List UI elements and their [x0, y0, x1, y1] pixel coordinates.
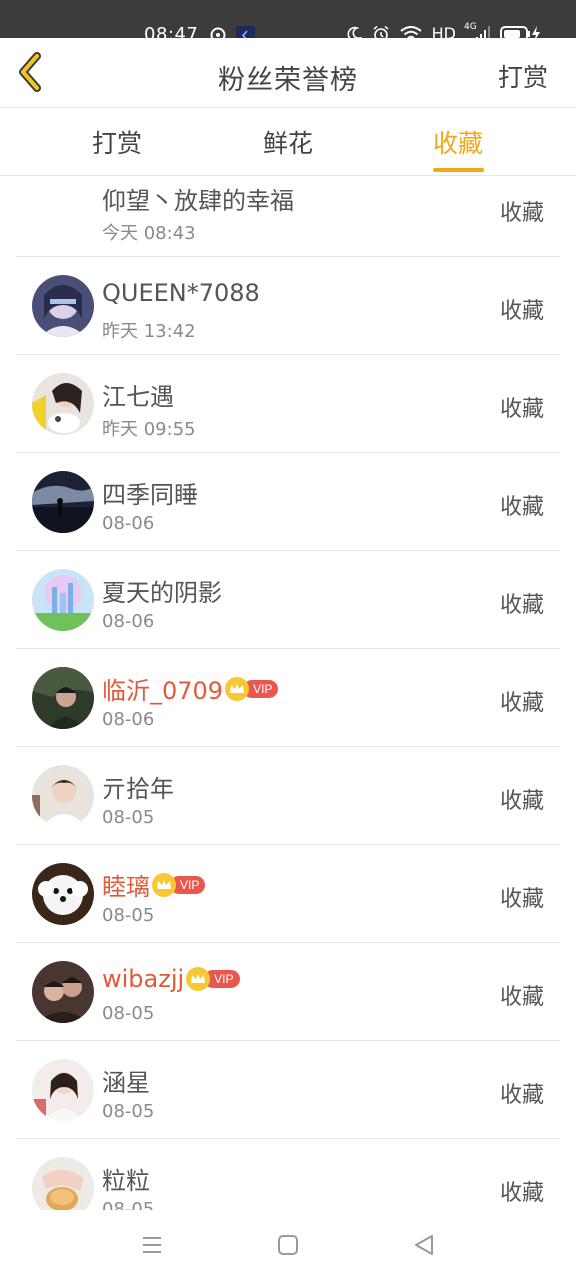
crown-icon — [186, 967, 211, 991]
fan-date: 08-06 — [102, 513, 155, 534]
tab-bar: 打赏 鲜花 收藏 — [0, 108, 576, 176]
vip-badge: VIP — [152, 872, 206, 897]
fan-name: 涵星 — [102, 1069, 150, 1097]
avatar[interactable] — [32, 373, 94, 435]
fan-action: 收藏 — [499, 1083, 544, 1108]
fan-action: 收藏 — [499, 397, 544, 422]
fan-name: 粒粒 — [102, 1167, 150, 1195]
fan-date: 08-05 — [102, 807, 155, 828]
fan-action: 收藏 — [499, 887, 544, 912]
list-item[interactable]: QUEEN*7088 昨天 13:42 收藏 — [16, 257, 560, 355]
crown-icon — [225, 676, 250, 701]
fan-name: wibazjj VIP — [102, 965, 240, 993]
fan-name: 江七遇 — [102, 383, 174, 411]
fan-name: 四季同睡 — [102, 481, 198, 509]
avatar[interactable] — [32, 863, 94, 925]
tab-favorites[interactable]: 收藏 — [433, 124, 483, 160]
list-item[interactable]: 江七遇 昨天 09:55 收藏 — [16, 355, 560, 453]
page-title: 粉丝荣誉榜 — [218, 65, 358, 96]
list-item[interactable]: wibazjj VIP 08-05 收藏 — [16, 943, 560, 1041]
fan-action: 收藏 — [499, 299, 544, 324]
fan-date: 08-06 — [102, 611, 155, 632]
fan-date: 08-06 — [102, 709, 155, 730]
fan-action: 收藏 — [499, 1181, 544, 1206]
back-triangle-icon[interactable] — [411, 1232, 437, 1258]
fan-list[interactable]: 仰望丶放肆的幸福 今天 08:43 收藏 QUEEN*7088 昨天 13:42… — [0, 176, 576, 1210]
list-item[interactable]: 四季同睡 08-06 收藏 — [16, 453, 560, 551]
list-item[interactable]: 夏天的阴影 08-06 收藏 — [16, 551, 560, 649]
tab-reward[interactable]: 打赏 — [92, 124, 142, 160]
fan-name: 临沂_0709 VIP — [102, 671, 279, 706]
avatar[interactable] — [32, 1157, 94, 1210]
crown-icon — [152, 872, 176, 897]
reward-button[interactable]: 打赏 — [498, 58, 548, 94]
list-item[interactable]: 仰望丶放肆的幸福 今天 08:43 收藏 — [16, 176, 560, 257]
fan-action: 收藏 — [499, 593, 544, 618]
fan-date: 昨天 13:42 — [102, 321, 196, 342]
fan-date: 08-05 — [102, 905, 155, 926]
fan-action: 收藏 — [499, 495, 544, 520]
fan-date: 今天 08:43 — [102, 223, 196, 244]
fan-action: 收藏 — [499, 691, 544, 716]
fan-action: 收藏 — [499, 789, 544, 814]
fan-action: 收藏 — [499, 201, 544, 226]
list-item[interactable]: 涵星 08-05 收藏 — [16, 1041, 560, 1139]
fan-action: 收藏 — [499, 985, 544, 1010]
avatar[interactable] — [32, 961, 94, 1023]
avatar[interactable] — [32, 1059, 94, 1121]
system-navigation-bar — [0, 1210, 576, 1280]
fan-date: 08-05 — [102, 1101, 155, 1122]
avatar[interactable] — [32, 667, 94, 729]
avatar[interactable] — [32, 471, 94, 533]
tab-flowers[interactable]: 鲜花 — [263, 124, 313, 160]
fan-date: 08-05 — [102, 1199, 155, 1210]
list-item[interactable]: 粒粒 08-05 收藏 — [16, 1139, 560, 1210]
home-icon[interactable] — [275, 1232, 301, 1258]
list-item[interactable]: 睦璃 VIP 08-05 收藏 — [16, 845, 560, 943]
active-tab-indicator — [433, 168, 484, 172]
fan-name: 夏天的阴影 — [102, 579, 222, 607]
fan-name-text: 睦璃 — [102, 873, 150, 901]
fan-name: 睦璃 VIP — [102, 867, 206, 902]
vip-badge: VIP — [225, 676, 279, 701]
fan-date: 08-05 — [102, 1003, 155, 1024]
list-item[interactable]: 临沂_0709 VIP 08-06 收藏 — [16, 649, 560, 747]
avatar[interactable] — [32, 275, 94, 337]
vip-badge: VIP — [186, 967, 240, 991]
fan-date: 昨天 09:55 — [102, 419, 196, 440]
header-bar: 粉丝荣誉榜 打赏 — [0, 38, 576, 108]
fan-name: QUEEN*7088 — [102, 279, 260, 307]
fan-name-text: wibazjj — [102, 965, 185, 993]
fan-name: 仰望丶放肆的幸福 — [102, 187, 294, 215]
menu-icon[interactable] — [139, 1232, 165, 1258]
fan-name-text: 临沂_0709 — [102, 677, 224, 705]
avatar[interactable] — [32, 765, 94, 827]
avatar[interactable] — [32, 569, 94, 631]
fan-name: 亓拾年 — [102, 775, 174, 803]
list-item[interactable]: 亓拾年 08-05 收藏 — [16, 747, 560, 845]
